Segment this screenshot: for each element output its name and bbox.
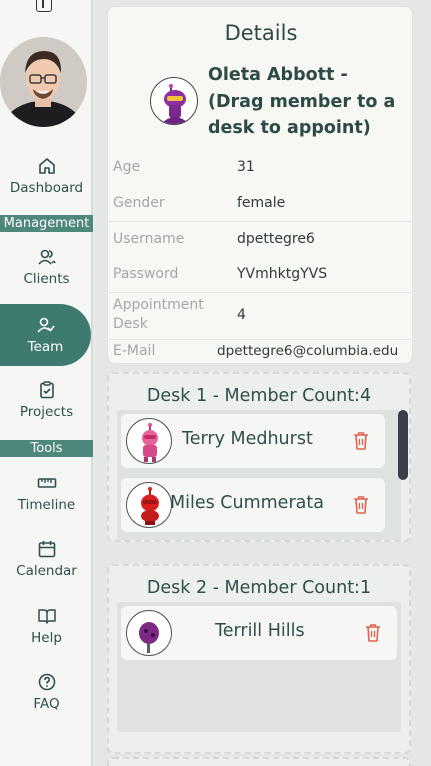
field-value-appointment-desk: 4 bbox=[237, 307, 246, 323]
member-name: Miles Cummerata bbox=[170, 493, 324, 513]
sidebar: Dashboard Management Clients Team Projec… bbox=[0, 0, 93, 766]
field-label-password: Password bbox=[113, 266, 179, 282]
field-label-username: Username bbox=[113, 231, 185, 247]
sidebar-item-help[interactable]: Help bbox=[0, 606, 93, 646]
main-content: Details Oleta Abbott - (Drag member to a… bbox=[95, 0, 431, 766]
field-label-email: E-Mail bbox=[113, 343, 156, 359]
avatar bbox=[0, 37, 87, 127]
divider bbox=[108, 292, 412, 293]
sidebar-item-label: Timeline bbox=[17, 497, 76, 513]
robot-avatar-icon bbox=[161, 84, 189, 124]
desk-card[interactable]: Desk 2 - Member Count:1 Terrill Hills bbox=[107, 564, 411, 754]
divider bbox=[108, 221, 412, 222]
users-icon bbox=[37, 249, 56, 265]
robot-avatar-icon bbox=[139, 622, 159, 653]
section-label-tools: Tools bbox=[0, 440, 93, 457]
field-value-password: YVmhktgYVS bbox=[237, 266, 328, 282]
user-check-icon bbox=[36, 317, 55, 333]
desk-card[interactable] bbox=[107, 757, 411, 766]
sidebar-item-projects[interactable]: Projects bbox=[0, 380, 93, 420]
robot-avatar-icon bbox=[141, 487, 159, 525]
sidebar-item-label: Dashboard bbox=[9, 180, 84, 196]
member-avatar bbox=[126, 610, 172, 656]
sidebar-item-label: Projects bbox=[19, 404, 74, 420]
trash-icon[interactable] bbox=[363, 622, 383, 644]
divider bbox=[108, 339, 412, 340]
details-title: Details bbox=[224, 21, 298, 45]
section-label-management: Management bbox=[0, 215, 93, 232]
field-value-gender: female bbox=[237, 195, 286, 211]
member-avatar[interactable] bbox=[150, 77, 198, 125]
sidebar-item-faq[interactable]: FAQ bbox=[0, 672, 93, 712]
robot-avatar-icon bbox=[142, 423, 158, 462]
sidebar-item-team[interactable]: Team bbox=[0, 304, 91, 366]
sidebar-item-label: Clients bbox=[23, 271, 70, 287]
sidebar-toggle-icon[interactable] bbox=[36, 0, 52, 12]
desk-title: Desk 2 - Member Count:1 bbox=[146, 578, 372, 598]
list-item[interactable]: Miles Cummerata bbox=[121, 478, 385, 532]
sidebar-item-label: FAQ bbox=[33, 696, 60, 712]
field-label-appointment-desk: Appointment Desk bbox=[113, 297, 204, 332]
field-value-email: dpettegre6@columbia.edu bbox=[217, 343, 399, 359]
sidebar-item-label: Help bbox=[31, 630, 62, 646]
field-label-gender: Gender bbox=[113, 195, 165, 211]
field-value-username: dpettegre6 bbox=[237, 231, 315, 247]
member-name: Terrill Hills bbox=[215, 621, 305, 641]
sidebar-item-calendar[interactable]: Calendar bbox=[0, 539, 93, 579]
calendar-icon bbox=[38, 541, 55, 558]
member-avatar bbox=[126, 482, 172, 528]
desk-title: Desk 1 - Member Count:4 bbox=[146, 386, 372, 406]
clipboard-icon bbox=[39, 381, 54, 399]
field-label-age: Age bbox=[113, 159, 141, 175]
scrollbar[interactable] bbox=[398, 410, 408, 480]
member-name: Oleta Abbott - (Drag member to a desk to… bbox=[208, 65, 396, 138]
help-circle-icon bbox=[38, 673, 55, 691]
sidebar-item-label: Calendar bbox=[16, 563, 77, 579]
desk-card[interactable]: Desk 1 - Member Count:4 Terry Medhurst M… bbox=[107, 372, 411, 542]
sidebar-item-dashboard[interactable]: Dashboard bbox=[0, 156, 93, 196]
ruler-icon bbox=[37, 478, 56, 488]
home-icon bbox=[38, 158, 55, 174]
list-item[interactable]: Terry Medhurst bbox=[121, 414, 385, 468]
member-avatar bbox=[126, 418, 172, 464]
member-name: Terry Medhurst bbox=[182, 429, 313, 449]
book-open-icon bbox=[37, 609, 56, 624]
trash-icon[interactable] bbox=[351, 430, 371, 452]
list-item[interactable]: Terrill Hills bbox=[121, 606, 397, 660]
field-value-age: 31 bbox=[237, 159, 255, 175]
sidebar-item-label: Team bbox=[27, 339, 64, 355]
details-card: Details Oleta Abbott - (Drag member to a… bbox=[107, 6, 413, 364]
sidebar-item-clients[interactable]: Clients bbox=[0, 247, 93, 287]
desk-member-list[interactable]: Terry Medhurst Miles Cummerata bbox=[117, 410, 401, 540]
trash-icon[interactable] bbox=[351, 494, 371, 516]
desk-member-list[interactable]: Terrill Hills bbox=[117, 602, 401, 732]
sidebar-item-timeline[interactable]: Timeline bbox=[0, 473, 93, 513]
